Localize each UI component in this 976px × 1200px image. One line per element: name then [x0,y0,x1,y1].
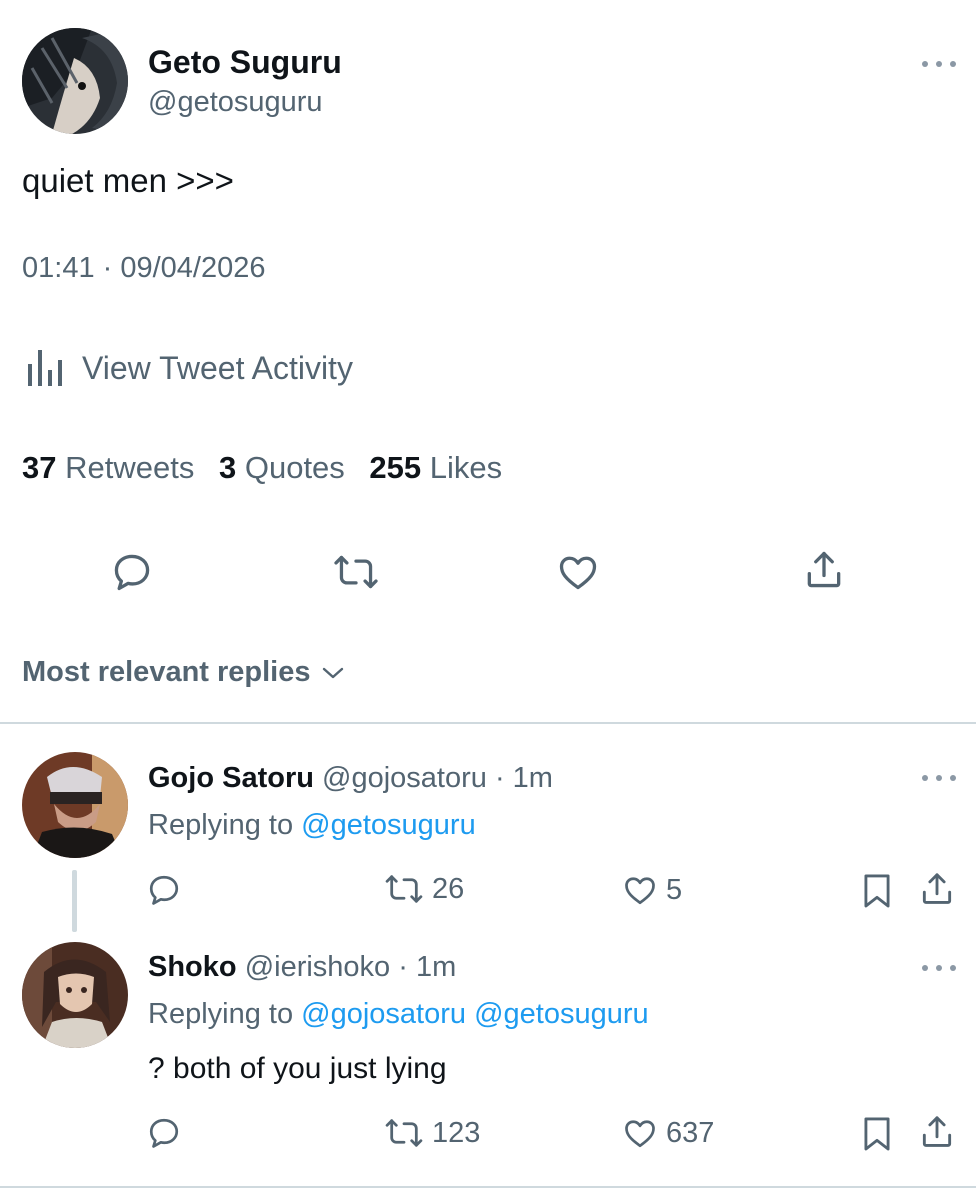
more-options-icon[interactable] [922,772,956,784]
reply-avatar-gojo[interactable] [22,752,128,858]
reply-icon[interactable] [146,872,182,908]
share-icon[interactable] [918,1113,956,1151]
replying-prefix: Replying to [148,809,294,841]
retweets-label: Retweets [65,450,195,485]
replies-sort-label: Most relevant replies [22,656,311,688]
retweet-button[interactable]: 123 [384,1116,480,1150]
bookmark-icon[interactable] [860,872,894,910]
reply-author-name[interactable]: Gojo Satoru [148,762,314,794]
retweet-count: 123 [432,1116,481,1149]
likes-label: Likes [429,450,503,485]
replies-sort-dropdown[interactable]: Most relevant replies [22,656,345,689]
tweet-text: quiet men >>> [22,162,234,199]
like-icon[interactable] [556,550,600,594]
replying-to-gojo: Replying to @getosuguru [148,809,476,842]
tweet-timestamp[interactable]: 01:41 · 09/04/2026 [22,252,265,285]
more-options-icon[interactable] [922,58,956,70]
retweets-stat[interactable]: 37 Retweets [22,450,203,485]
retweet-icon [384,872,424,906]
like-button[interactable]: 5 [622,872,682,908]
likes-count: 255 [369,450,422,485]
replying-prefix: Replying to [148,998,294,1030]
divider [0,1186,976,1188]
analytics-icon [26,348,68,388]
reply-avatar-shoko[interactable] [22,942,128,1048]
quotes-stat[interactable]: 3 Quotes [219,450,353,485]
thread-line [72,870,77,932]
reply-time[interactable]: · 1m [495,762,553,794]
reply-header-shoko: Shoko @ierishoko · 1m [148,951,456,984]
author-name[interactable]: Geto Suguru [148,44,342,81]
likes-stat[interactable]: 255 Likes [369,450,502,485]
retweet-icon [384,1116,424,1150]
view-activity-button[interactable]: View Tweet Activity [26,348,353,388]
retweet-button[interactable]: 26 [384,872,464,906]
like-count: 5 [666,873,683,906]
reply-text: ? both of you just lying [148,1052,447,1085]
reply-icon[interactable] [146,1115,182,1151]
retweets-count: 37 [22,450,57,485]
chevron-down-icon [321,665,345,681]
retweet-count: 26 [432,872,465,905]
share-icon[interactable] [918,870,956,908]
reply-icon[interactable] [110,550,154,594]
like-button[interactable]: 637 [622,1115,714,1151]
like-icon [622,1115,658,1151]
author-handle[interactable]: @getosuguru [148,86,323,119]
reply-header-gojo: Gojo Satoru @gojosatoru · 1m [148,762,553,795]
quotes-label: Quotes [244,450,345,485]
share-icon[interactable] [802,548,846,592]
like-count: 637 [666,1116,715,1149]
tweet-stats: 37 Retweets 3 Quotes 255 Likes [22,450,502,486]
reply-author-handle[interactable]: @ierishoko [245,951,391,983]
replying-to-link[interactable]: @gojosatoru @getosuguru [301,998,648,1030]
replying-to-link[interactable]: @getosuguru [301,809,476,841]
author-avatar[interactable] [22,28,128,134]
quotes-count: 3 [218,450,237,485]
view-activity-label: View Tweet Activity [82,349,353,386]
reply-author-handle[interactable]: @gojosatoru [322,762,487,794]
reply-time[interactable]: · 1m [398,951,456,983]
like-icon [622,872,658,908]
more-options-icon[interactable] [922,962,956,974]
reply-author-name[interactable]: Shoko [148,951,237,983]
divider [0,722,976,724]
retweet-icon[interactable] [332,552,380,592]
bookmark-icon[interactable] [860,1115,894,1153]
replying-to-shoko: Replying to @gojosatoru @getosuguru [148,998,649,1031]
